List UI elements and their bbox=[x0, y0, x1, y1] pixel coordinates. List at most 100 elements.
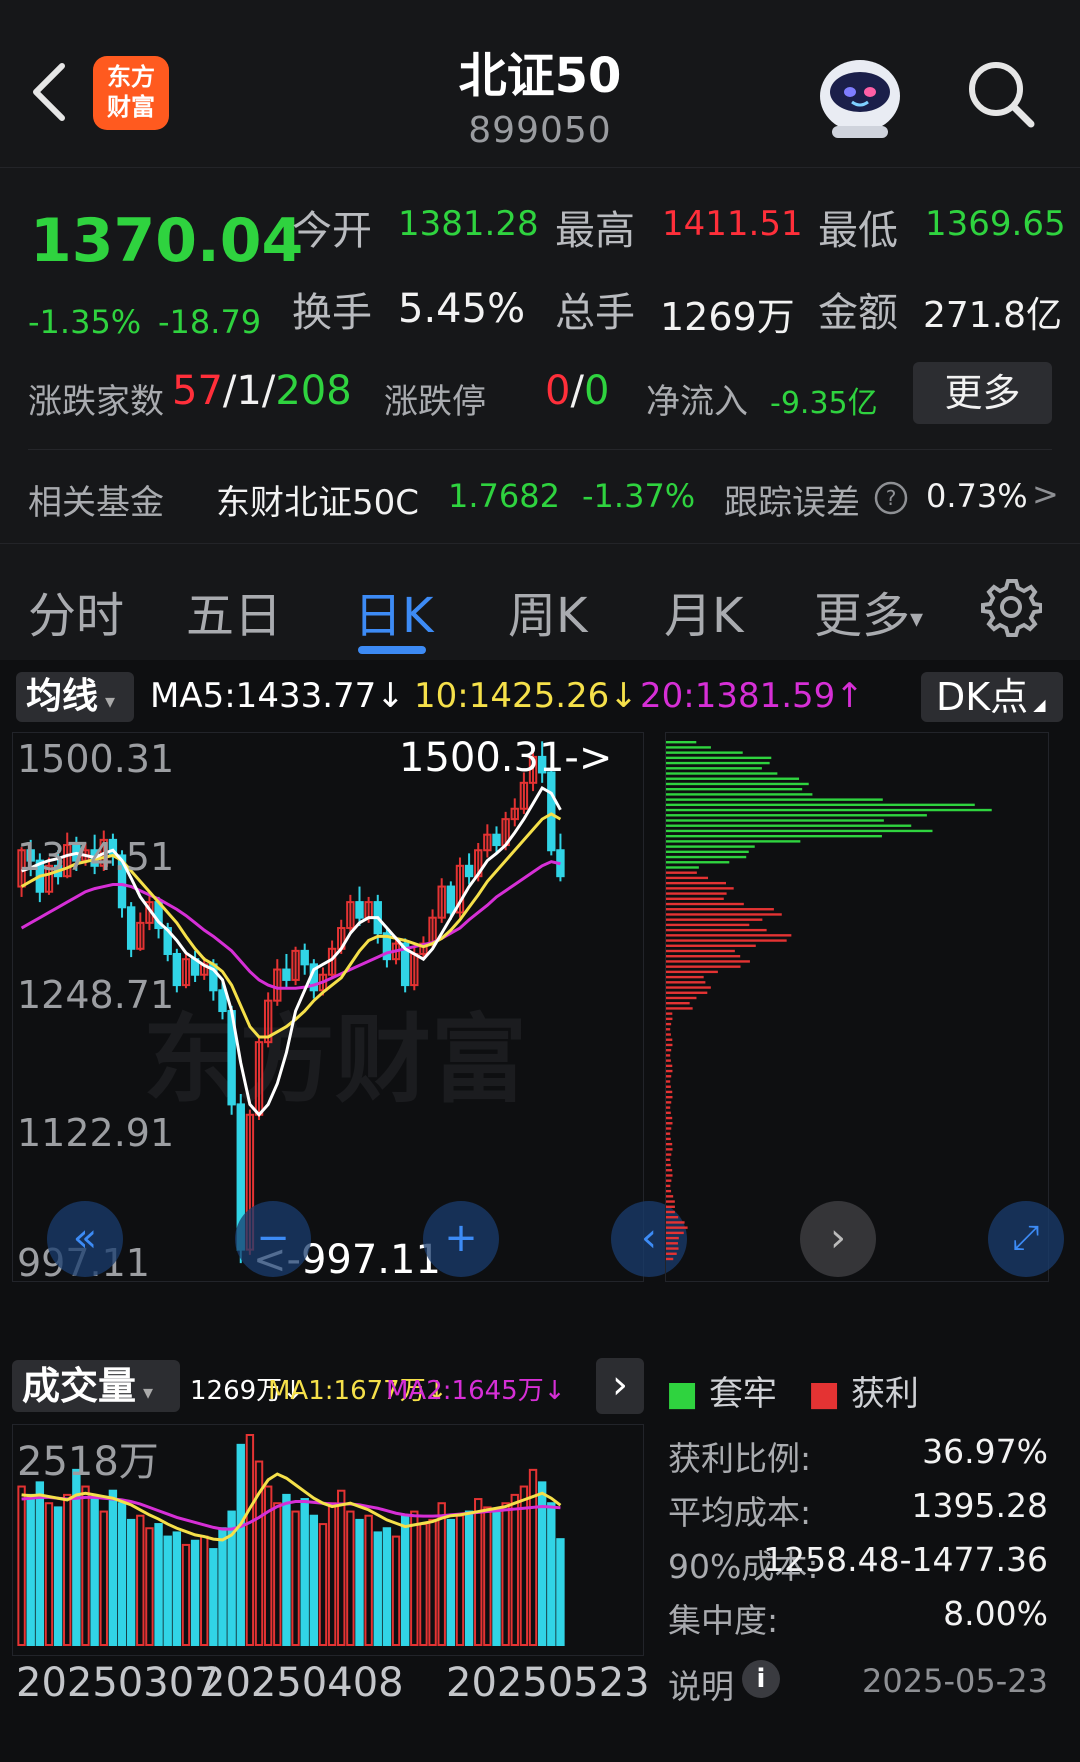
ai-robot-icon[interactable] bbox=[812, 46, 908, 142]
breadth-label: 涨跌家数 bbox=[28, 382, 164, 422]
cost-bar bbox=[666, 1142, 673, 1146]
volume-bar bbox=[282, 1493, 291, 1646]
cost-bar bbox=[666, 1236, 679, 1240]
search-icon[interactable] bbox=[965, 58, 1037, 130]
inflow-label: 净流入 bbox=[646, 382, 748, 422]
cost-bar bbox=[666, 939, 787, 942]
volume-panel[interactable]: 2518万 bbox=[12, 1424, 644, 1656]
tab-more[interactable]: 更多▾ bbox=[814, 576, 923, 646]
volume-bar bbox=[172, 1531, 182, 1646]
volume-indicator-select[interactable]: 成交量 ▾ bbox=[12, 1360, 180, 1412]
cost-bar bbox=[666, 876, 709, 880]
cost-bar bbox=[666, 1127, 672, 1130]
volume-bar bbox=[355, 1518, 364, 1646]
avg-cost-label: 平均成本: bbox=[668, 1493, 812, 1532]
volume-bar bbox=[81, 1485, 90, 1646]
cost-bar bbox=[666, 1247, 679, 1250]
volume-bar bbox=[63, 1493, 72, 1646]
tab-weekly-k[interactable]: 周K bbox=[508, 576, 587, 646]
volume-bar bbox=[35, 1481, 45, 1647]
cost-bar bbox=[666, 960, 750, 963]
cost-bar bbox=[666, 850, 749, 854]
header-bar: 东方 财富 北证50 899050 bbox=[0, 0, 1080, 168]
cost-bar bbox=[666, 975, 704, 979]
volume-bar bbox=[163, 1535, 172, 1646]
zoom-out-button[interactable]: − bbox=[235, 1201, 311, 1277]
tab-intraday[interactable]: 分时 bbox=[28, 576, 124, 646]
scroll-left-fast-button[interactable]: « bbox=[47, 1201, 123, 1277]
cost-distribution-panel: › ⤢ bbox=[665, 732, 1064, 1282]
volume-bar bbox=[446, 1518, 456, 1646]
volume-bar bbox=[510, 1493, 519, 1646]
settings-gear-icon[interactable] bbox=[980, 576, 1042, 638]
cost-bar bbox=[666, 787, 803, 791]
cost-bar bbox=[666, 1022, 672, 1026]
volume-bar bbox=[428, 1518, 437, 1646]
volume-bar bbox=[181, 1543, 191, 1646]
open-value: 1381.28 bbox=[398, 204, 539, 244]
cost-bar bbox=[666, 996, 697, 1000]
page-title: 北证50 bbox=[458, 48, 622, 104]
legend-swatch: ■ bbox=[666, 1374, 699, 1414]
scroll-right-button[interactable]: › bbox=[800, 1201, 876, 1277]
volume-bar bbox=[364, 1514, 373, 1646]
help-icon[interactable]: ? bbox=[873, 480, 909, 516]
volume-bar bbox=[136, 1514, 145, 1646]
cost-bar bbox=[666, 861, 730, 864]
tab-five-day[interactable]: 五日 bbox=[186, 576, 282, 646]
volume-bar bbox=[501, 1502, 510, 1646]
volume-bar bbox=[90, 1498, 99, 1647]
cost-bar bbox=[666, 1054, 671, 1057]
candle-body bbox=[218, 989, 227, 1013]
volume-bar bbox=[400, 1514, 410, 1646]
cost-bar bbox=[666, 1231, 684, 1235]
candle-body bbox=[300, 949, 309, 966]
cost-bar bbox=[666, 840, 801, 843]
volume-select-label: 成交量 bbox=[22, 1364, 137, 1408]
fund-name[interactable]: 东财北证50C bbox=[216, 475, 419, 524]
concentration-label: 集中度: bbox=[668, 1601, 779, 1640]
tab-daily-k[interactable]: 日K bbox=[354, 576, 433, 646]
cost-bar bbox=[666, 1163, 671, 1167]
low-value: 1369.65 bbox=[925, 204, 1066, 244]
candle-body bbox=[172, 952, 182, 987]
dk-point-button[interactable]: DK点 ◢ bbox=[921, 672, 1063, 722]
fullscreen-icon[interactable]: ⤢ bbox=[988, 1201, 1064, 1277]
brand-logo[interactable]: 东方 财富 bbox=[93, 56, 169, 130]
cost-bar bbox=[666, 1257, 674, 1261]
cost-bar bbox=[666, 955, 741, 958]
cost-bar bbox=[666, 1090, 673, 1094]
cost-bar bbox=[666, 1106, 671, 1109]
cost-bar bbox=[666, 1069, 673, 1073]
cost-bar bbox=[666, 1111, 671, 1115]
cost-bar bbox=[666, 741, 697, 744]
cost-bar bbox=[666, 1221, 685, 1224]
volume-bar bbox=[291, 1510, 300, 1646]
expand-right-button[interactable]: › bbox=[596, 1358, 644, 1414]
note-label[interactable]: 说明 bbox=[668, 1660, 734, 1708]
volume-bar bbox=[126, 1518, 136, 1646]
back-arrow-icon[interactable] bbox=[30, 62, 70, 122]
turnover-value: 5.45% bbox=[398, 286, 526, 332]
cost-bar bbox=[666, 944, 756, 947]
cost-bar bbox=[666, 1048, 672, 1052]
ma20-value: 20:1381.59↑ bbox=[640, 676, 864, 716]
legend-swatch: ■ bbox=[808, 1374, 841, 1414]
cost-bar bbox=[666, 1205, 675, 1208]
cost-bar bbox=[666, 772, 778, 775]
cost-bar bbox=[666, 981, 706, 984]
zoom-in-button[interactable]: + bbox=[423, 1201, 499, 1277]
chevron-right-icon[interactable]: > bbox=[1032, 475, 1059, 513]
corner-triangle-icon: ◢ bbox=[1028, 695, 1046, 714]
more-button[interactable]: 更多 bbox=[913, 362, 1052, 424]
volume-bar bbox=[273, 1502, 282, 1646]
indicator-select[interactable]: 均线 ▾ bbox=[16, 672, 134, 722]
volume-value: 1269万 bbox=[660, 295, 795, 339]
tab-monthly-k[interactable]: 月K bbox=[664, 576, 743, 646]
info-icon[interactable]: i bbox=[742, 1660, 780, 1698]
x-date-label: 20250408 bbox=[200, 1660, 404, 1706]
kline-panel[interactable]: 东方财富 1500.31 1374.51 1248.71 1122.91 997… bbox=[12, 732, 687, 1285]
volume-bar bbox=[318, 1523, 328, 1646]
cost-bar bbox=[666, 892, 727, 895]
volume-bar bbox=[209, 1548, 218, 1646]
